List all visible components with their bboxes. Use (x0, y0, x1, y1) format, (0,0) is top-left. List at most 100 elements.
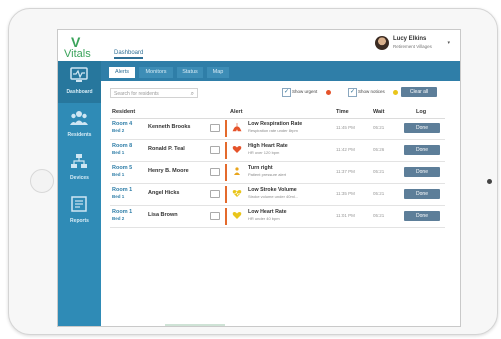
header-resident: Resident (112, 109, 136, 115)
sidebar-item-dashboard[interactable]: Dashboard (58, 61, 101, 103)
heart-pulse-alert-icon (232, 190, 242, 197)
alert-time: 11:01 PM (336, 213, 355, 218)
heart-alert-icon (232, 146, 242, 153)
alert-wait: 05:21 (373, 191, 385, 196)
resident-name[interactable]: Henry B. Moore (148, 168, 189, 174)
alert-title: Turn right (248, 165, 273, 171)
show-urgent-checkbox[interactable]: ✓ (282, 88, 291, 97)
alert-severity-bar (225, 142, 227, 159)
sidebar-item-label: Residents (67, 132, 92, 138)
resident-name[interactable]: Angel Hicks (148, 190, 179, 196)
main-content: Alerts Monitors Status Map Search for re… (101, 61, 460, 326)
header-log: Log (416, 109, 427, 115)
user-name: Lucy Elkins (393, 36, 427, 42)
resident-name[interactable]: Ronald P. Teal (148, 146, 185, 152)
alert-detail: Patient pressure alert (248, 172, 287, 177)
monitor-icon (70, 67, 88, 82)
alert-wait: 05:21 (373, 125, 385, 130)
id-card-icon[interactable] (210, 146, 220, 154)
header-wait: Wait (373, 109, 385, 115)
id-card-icon[interactable] (210, 124, 220, 132)
chevron-down-icon[interactable]: ▾ (447, 40, 450, 46)
room-number: Room 4 (112, 121, 133, 127)
show-notices-label: Show notices (358, 89, 385, 94)
tab-monitors[interactable]: Monitors (139, 67, 173, 78)
id-card-icon[interactable] (210, 190, 220, 198)
alert-detail: Stroke volume under 40ml... (248, 194, 299, 199)
sidebar-item-reports[interactable]: Reports (58, 190, 101, 232)
alert-title: Low Heart Rate (248, 209, 287, 215)
done-button[interactable]: Done (404, 211, 440, 221)
alert-wait: 05:26 (373, 147, 385, 152)
sidebar-item-devices[interactable]: Devices (58, 147, 101, 189)
sidebar-item-label: Reports (70, 218, 89, 224)
user-menu[interactable]: Lucy Elkins Retirement Villages ▾ (375, 35, 450, 55)
sidebar: Dashboard Residents Devices Reports (58, 61, 101, 326)
sidebar-item-label: Devices (70, 175, 89, 181)
camera-dot (487, 179, 492, 184)
done-button[interactable]: Done (404, 123, 440, 133)
room-number: Room 1 (112, 187, 133, 193)
alert-detail: HR over 120 bpm (248, 150, 280, 155)
sidebar-item-label: Dashboard (66, 89, 93, 95)
app-screen: V Vitals Dashboard Lucy Elkins Retiremen… (57, 29, 461, 327)
alert-severity-bar (225, 186, 227, 203)
user-organization: Retirement Villages (393, 44, 432, 49)
tab-status[interactable]: Status (177, 67, 203, 78)
people-icon (70, 111, 88, 125)
bed-number: Bed 1 (112, 172, 125, 177)
alert-detail: HR under 40 bpm (248, 216, 280, 221)
bottom-divider (165, 324, 225, 326)
lungs-alert-icon (232, 123, 242, 132)
search-input[interactable]: Search for residents ⌕ (110, 88, 198, 98)
alert-severity-bar (225, 164, 227, 181)
header-time: Time (336, 109, 349, 115)
bed-number: Bed 2 (112, 128, 125, 133)
done-button[interactable]: Done (404, 189, 440, 199)
alert-title: Low Stroke Volume (248, 187, 297, 193)
alerts-table-body: Room 4 Bed 2 Kenneth Brooks Low Respirat… (110, 118, 445, 228)
tab-alerts[interactable]: Alerts (109, 67, 135, 78)
header-alert: Alert (230, 109, 243, 115)
alert-severity-bar (225, 208, 227, 225)
search-icon: ⌕ (190, 91, 194, 97)
resident-name[interactable]: Kenneth Brooks (148, 124, 190, 130)
show-notices-checkbox[interactable]: ✓ (348, 88, 357, 97)
alert-detail: Respiration rate under 8rpm (248, 128, 298, 133)
home-button[interactable] (30, 169, 54, 193)
room-number: Room 1 (112, 209, 133, 215)
notice-indicator-dot (393, 90, 398, 95)
bed-number: Bed 2 (112, 216, 125, 221)
done-button[interactable]: Done (404, 167, 440, 177)
table-row[interactable]: Room 1 Bed 1 Angel Hicks Low Stroke Volu… (110, 184, 445, 206)
turn-patient-icon (234, 167, 240, 175)
room-number: Room 8 (112, 143, 133, 149)
alert-wait: 05:21 (373, 169, 385, 174)
id-card-icon[interactable] (210, 212, 220, 220)
search-placeholder: Search for residents (114, 91, 159, 97)
resident-name[interactable]: Lisa Brown (148, 212, 178, 218)
sidebar-item-residents[interactable]: Residents (58, 104, 101, 146)
bed-number: Bed 1 (112, 150, 125, 155)
alert-time: 11:37 PM (336, 169, 355, 174)
urgent-indicator-dot (326, 90, 331, 95)
top-bar: V Vitals Dashboard Lucy Elkins Retiremen… (58, 30, 460, 61)
table-row[interactable]: Room 8 Bed 1 Ronald P. Teal High Heart R… (110, 140, 445, 162)
done-button[interactable]: Done (404, 145, 440, 155)
alert-severity-bar (225, 120, 227, 137)
tab-map[interactable]: Map (207, 67, 229, 78)
room-number: Room 5 (112, 165, 133, 171)
clear-all-button[interactable]: Clear all (401, 87, 437, 97)
avatar (375, 36, 389, 50)
alert-time: 11:35 PM (336, 191, 355, 196)
table-row[interactable]: Room 1 Bed 2 Lisa Brown Low Heart Rate H… (110, 206, 445, 228)
id-card-icon[interactable] (210, 168, 220, 176)
network-icon (71, 154, 87, 168)
alert-time: 11:42 PM (336, 147, 355, 152)
table-row[interactable]: Room 5 Bed 1 Henry B. Moore Turn right P… (110, 162, 445, 184)
table-row[interactable]: Room 4 Bed 2 Kenneth Brooks Low Respirat… (110, 118, 445, 140)
tab-strip: Alerts Monitors Status Map (101, 61, 460, 81)
show-urgent-label: Show urgent (292, 89, 318, 94)
alert-title: High Heart Rate (248, 143, 288, 149)
nav-tab-dashboard[interactable]: Dashboard (114, 50, 144, 59)
